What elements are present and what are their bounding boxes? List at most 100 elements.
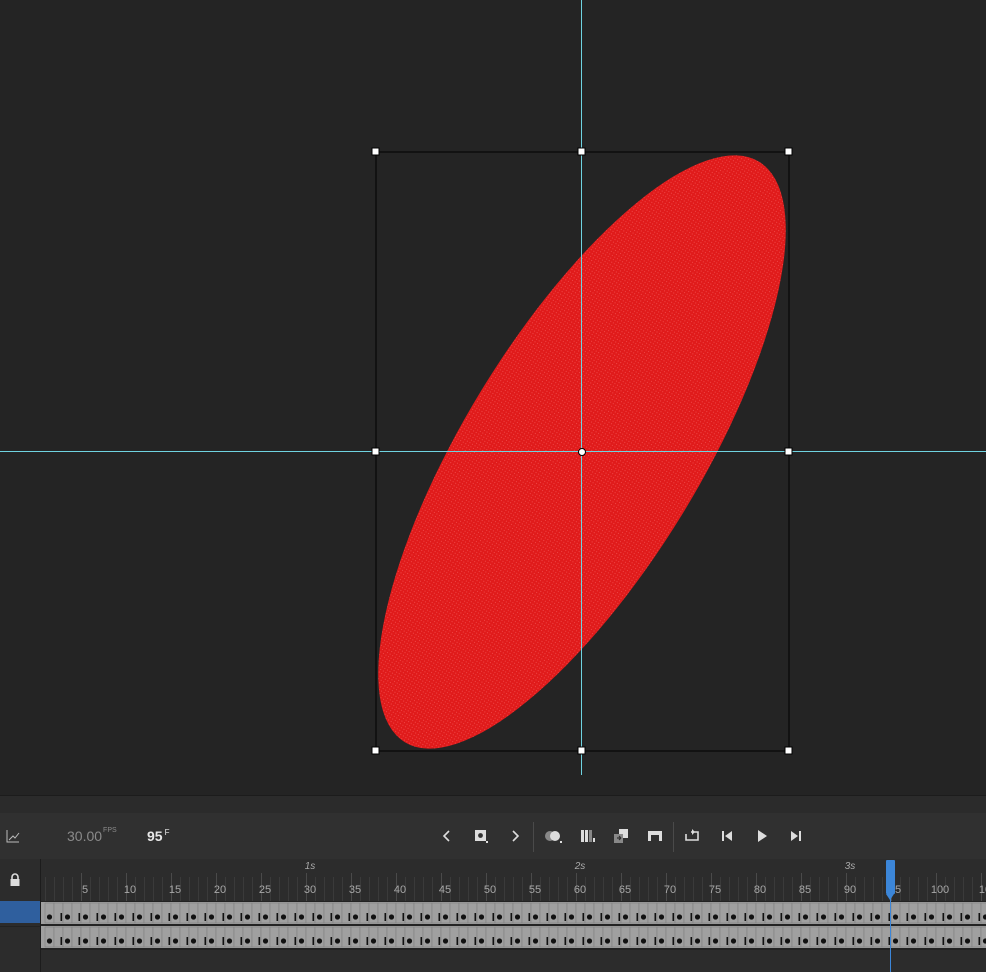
frame-cell[interactable] bbox=[332, 926, 343, 948]
frame-cell[interactable] bbox=[629, 902, 640, 924]
frame-cell[interactable] bbox=[521, 902, 532, 924]
frame-cell[interactable] bbox=[368, 902, 379, 924]
step-forward-icon[interactable] bbox=[783, 813, 807, 859]
frame-cell[interactable] bbox=[440, 926, 451, 948]
frame-cell[interactable] bbox=[98, 926, 109, 948]
frame-cell[interactable] bbox=[782, 902, 793, 924]
frame-cell[interactable] bbox=[188, 902, 199, 924]
frame-cell[interactable] bbox=[152, 926, 163, 948]
frame-cell[interactable] bbox=[413, 902, 424, 924]
frame-cell[interactable] bbox=[494, 926, 505, 948]
fps-display[interactable]: 30.00FPS bbox=[67, 827, 117, 844]
frame-cell[interactable] bbox=[431, 902, 442, 924]
frame-cell[interactable] bbox=[467, 902, 478, 924]
frame-cell[interactable] bbox=[431, 926, 442, 948]
layer-2[interactable] bbox=[0, 926, 40, 949]
frame-cell[interactable] bbox=[278, 926, 289, 948]
frame-cell[interactable] bbox=[206, 926, 217, 948]
frame-cell[interactable] bbox=[827, 926, 838, 948]
frame-cell[interactable] bbox=[251, 926, 262, 948]
layer-1-frames[interactable] bbox=[41, 902, 986, 924]
frame-cell[interactable] bbox=[692, 926, 703, 948]
frame-cell[interactable] bbox=[575, 902, 586, 924]
frame-cell[interactable] bbox=[251, 902, 262, 924]
frame-cell[interactable] bbox=[152, 902, 163, 924]
frame-cell[interactable] bbox=[899, 926, 910, 948]
frame-cell[interactable] bbox=[107, 902, 118, 924]
frame-cell[interactable] bbox=[836, 902, 847, 924]
frame-cell[interactable] bbox=[755, 926, 766, 948]
frame-cell[interactable] bbox=[395, 902, 406, 924]
current-frame-display[interactable]: 95 F bbox=[147, 828, 169, 844]
frame-cell[interactable] bbox=[215, 926, 226, 948]
create-tween-icon[interactable] bbox=[609, 813, 633, 859]
frame-cell[interactable] bbox=[944, 902, 955, 924]
panel-divider[interactable] bbox=[0, 795, 986, 814]
frame-cell[interactable] bbox=[620, 926, 631, 948]
frame-cell[interactable] bbox=[656, 926, 667, 948]
frame-cell[interactable] bbox=[953, 902, 964, 924]
frame-cell[interactable] bbox=[863, 902, 874, 924]
frame-cell[interactable] bbox=[971, 926, 982, 948]
layer-2-frames[interactable] bbox=[41, 926, 986, 948]
frame-cell[interactable] bbox=[935, 902, 946, 924]
frame-cell[interactable] bbox=[611, 926, 622, 948]
frame-cell[interactable] bbox=[224, 902, 235, 924]
playhead-handle[interactable] bbox=[886, 860, 895, 894]
frame-cell[interactable] bbox=[845, 926, 856, 948]
frame-cell[interactable] bbox=[710, 926, 721, 948]
frame-cell[interactable] bbox=[521, 926, 532, 948]
frame-cell[interactable] bbox=[242, 902, 253, 924]
frame-cell[interactable] bbox=[134, 902, 145, 924]
frame-cell[interactable] bbox=[305, 926, 316, 948]
frame-cell[interactable] bbox=[557, 902, 568, 924]
frame-cell[interactable] bbox=[485, 926, 496, 948]
frame-cell[interactable] bbox=[269, 902, 280, 924]
frame-cell[interactable] bbox=[719, 902, 730, 924]
frame-cell[interactable] bbox=[143, 902, 154, 924]
frame-cell[interactable] bbox=[179, 926, 190, 948]
frame-cell[interactable] bbox=[755, 902, 766, 924]
frame-cell[interactable] bbox=[323, 902, 334, 924]
onion-skin-icon[interactable] bbox=[541, 813, 565, 859]
frame-cell[interactable] bbox=[125, 902, 136, 924]
play-icon[interactable] bbox=[750, 813, 774, 859]
frame-cell[interactable] bbox=[557, 926, 568, 948]
frame-cell[interactable] bbox=[800, 926, 811, 948]
frame-cell[interactable] bbox=[602, 902, 613, 924]
frame-cell[interactable] bbox=[737, 926, 748, 948]
frame-cell[interactable] bbox=[134, 926, 145, 948]
frame-cell[interactable] bbox=[242, 926, 253, 948]
frame-cell[interactable] bbox=[854, 902, 865, 924]
frame-cell[interactable] bbox=[287, 926, 298, 948]
frame-cell[interactable] bbox=[80, 926, 91, 948]
frame-cell[interactable] bbox=[791, 926, 802, 948]
frame-cell[interactable] bbox=[773, 902, 784, 924]
next-keyframe-icon[interactable] bbox=[505, 813, 525, 859]
frame-cell[interactable] bbox=[53, 902, 64, 924]
frame-cell[interactable] bbox=[683, 902, 694, 924]
frame-cell[interactable] bbox=[485, 902, 496, 924]
frame-cell[interactable] bbox=[188, 926, 199, 948]
frame-cell[interactable] bbox=[44, 902, 55, 924]
frame-cell[interactable] bbox=[125, 926, 136, 948]
frame-cell[interactable] bbox=[611, 902, 622, 924]
frame-cell[interactable] bbox=[305, 902, 316, 924]
frame-cell[interactable] bbox=[737, 902, 748, 924]
frame-cell[interactable] bbox=[566, 902, 577, 924]
frame-cell[interactable] bbox=[278, 902, 289, 924]
frame-cell[interactable] bbox=[944, 926, 955, 948]
frame-cell[interactable] bbox=[107, 926, 118, 948]
frame-cell[interactable] bbox=[368, 926, 379, 948]
frame-cell[interactable] bbox=[296, 902, 307, 924]
frame-cell[interactable] bbox=[458, 926, 469, 948]
frame-cell[interactable] bbox=[143, 926, 154, 948]
frame-cell[interactable] bbox=[809, 902, 820, 924]
step-back-icon[interactable] bbox=[716, 813, 740, 859]
timeline-ruler[interactable]: 5 10 15 20 25 30 35 40 45 50 55 60 65 70 75 80 85 90 95 100… bbox=[41, 859, 986, 901]
frame-cell[interactable] bbox=[530, 926, 541, 948]
frame-cell[interactable] bbox=[584, 902, 595, 924]
frame-cell[interactable] bbox=[98, 902, 109, 924]
frame-cell[interactable] bbox=[980, 926, 986, 948]
frame-cell[interactable] bbox=[359, 926, 370, 948]
